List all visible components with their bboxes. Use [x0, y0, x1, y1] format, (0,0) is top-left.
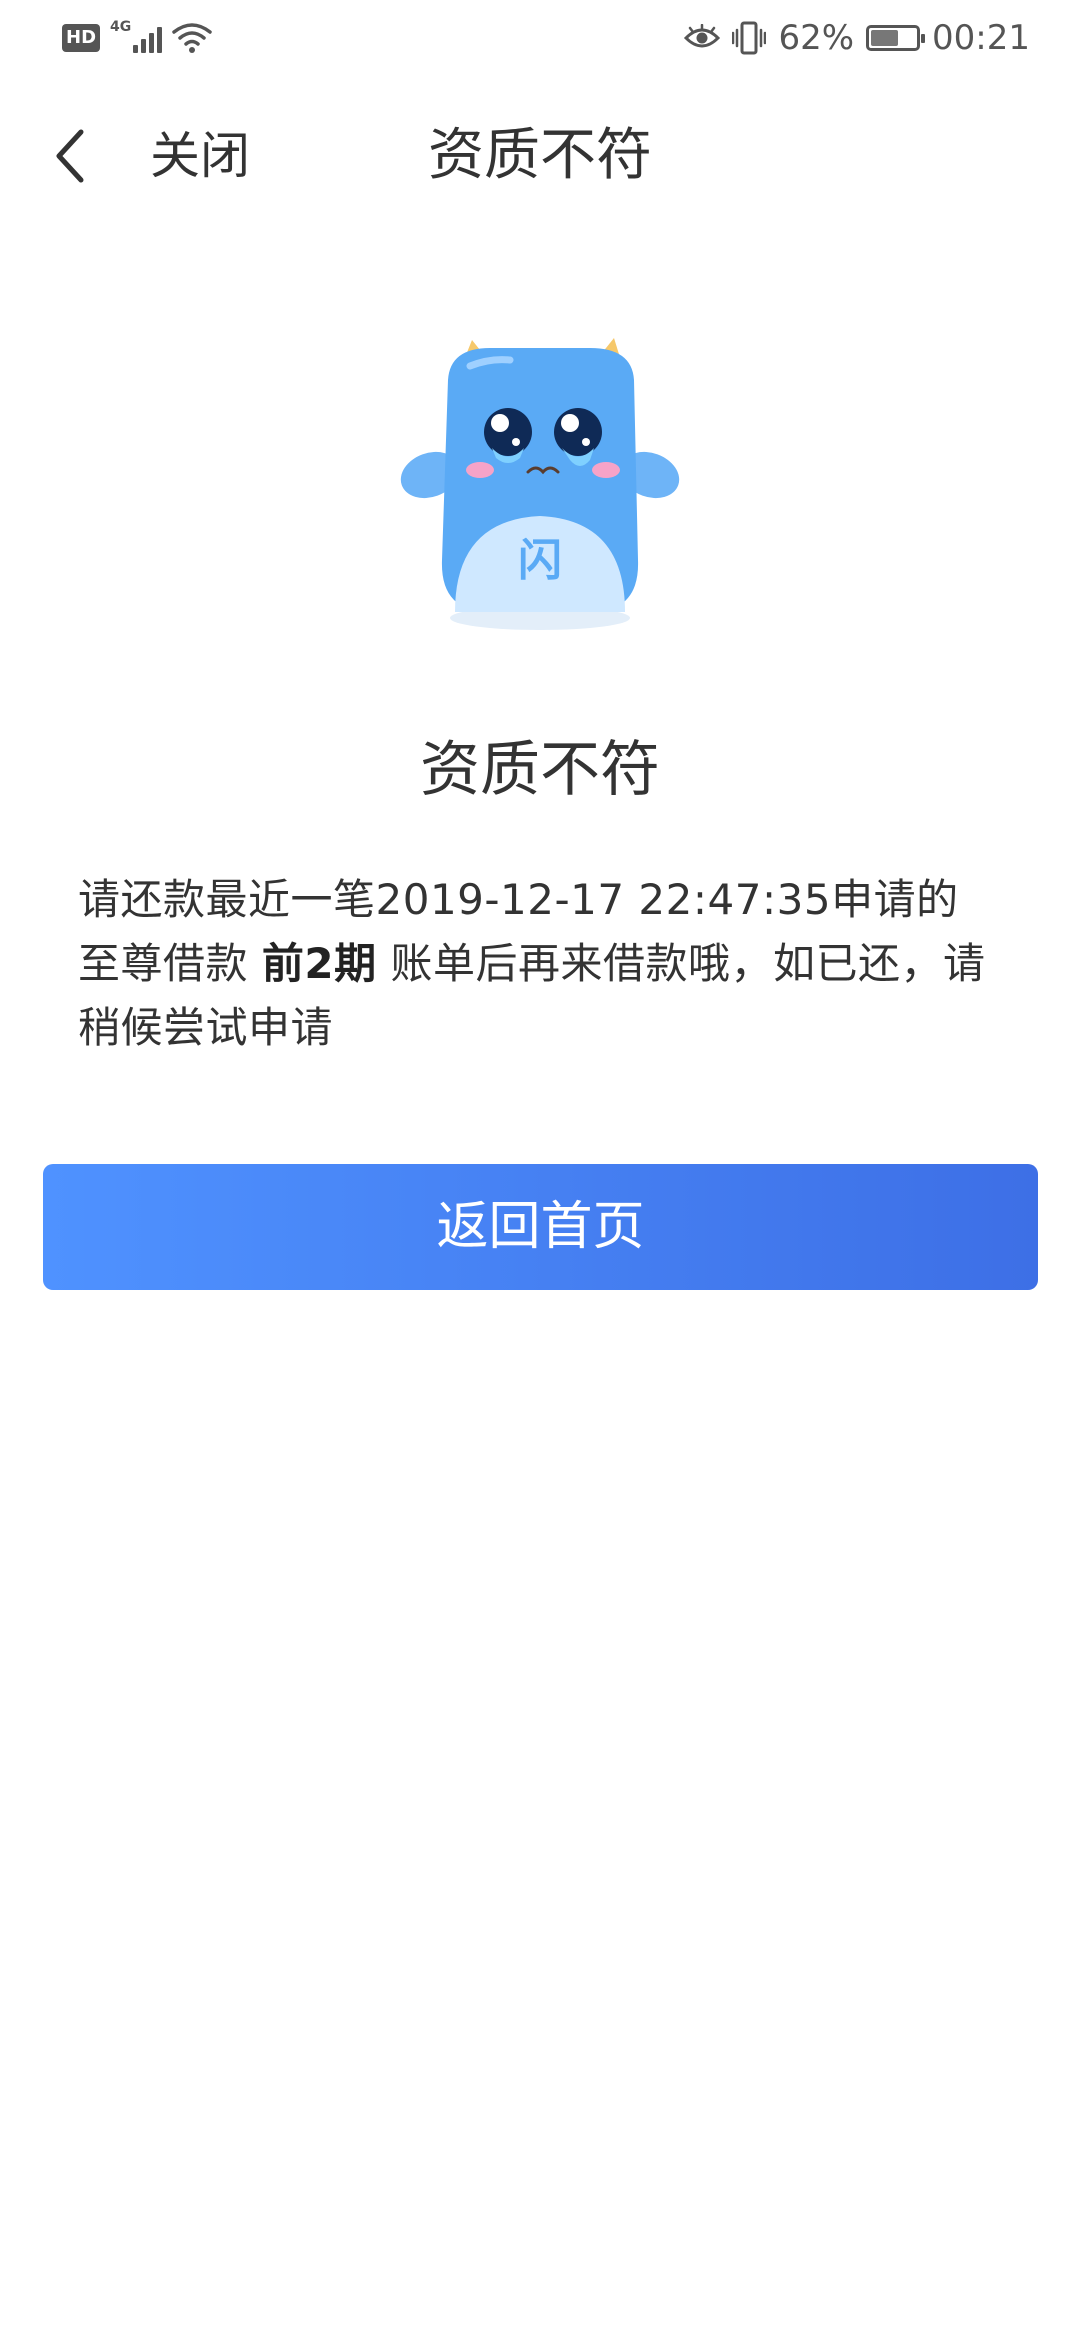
result-title: 资质不符 [420, 735, 660, 805]
status-bar-right: 62% 00:21 [684, 16, 1030, 60]
battery-percent: 62% [778, 18, 855, 58]
battery-level [871, 30, 899, 46]
page-title: 资质不符 [428, 123, 652, 188]
crying-mascot-illustration: 闪 [400, 338, 680, 630]
return-home-button[interactable]: 返回首页 [43, 1164, 1038, 1290]
signal-icon: 4G [110, 19, 163, 55]
network-type-label: 4G [110, 19, 132, 35]
eye-comfort-icon [684, 24, 721, 48]
wifi-icon [172, 23, 212, 53]
battery-icon [866, 25, 926, 51]
clock: 00:21 [932, 18, 1030, 58]
status-bar-left: HD 4G [62, 19, 212, 56]
result-message: 请还款最近一笔2019-12-17 22:47:35申请的至尊借款 前2期 账单… [78, 868, 998, 1060]
message-highlight: 前2期 [261, 939, 377, 988]
mascot-badge-text: 闪 [518, 535, 562, 586]
nav-bar: 关闭 资质不符 [0, 96, 1080, 216]
vibrate-icon [732, 21, 767, 55]
status-bar: HD 4G 62% 00:21 [0, 0, 1080, 76]
hd-badge: HD [62, 24, 101, 52]
